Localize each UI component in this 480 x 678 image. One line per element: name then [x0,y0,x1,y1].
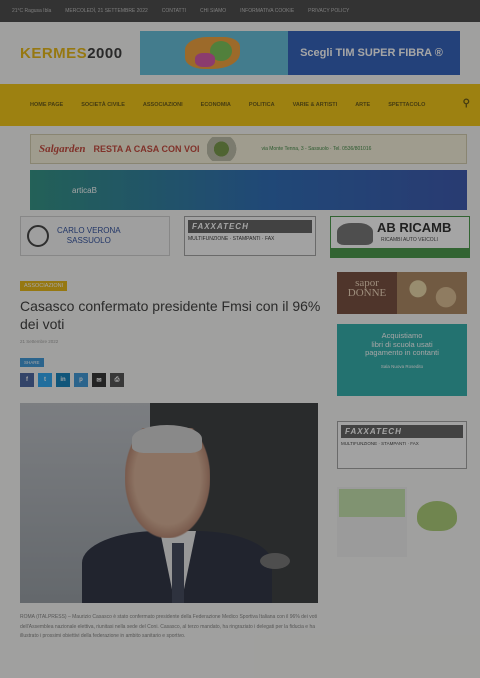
tim-ad-banner[interactable]: Scegli TIM SUPER FIBRA ® [140,31,460,75]
article-date: 21 Settembre 2022 [20,339,59,344]
tim-ad-image [140,31,289,75]
main-nav: HOME PAGE SOCIETÀ CIVILE ASSOCIAZIONI EC… [0,84,480,126]
plant-image [207,137,244,161]
topbar-link-cookie[interactable]: INFORMATIVA COOKIE [240,8,294,14]
nav-item-arte[interactable]: ARTE [355,102,370,108]
article-main: ASSOCIAZIONI Casasco confermato presiden… [20,274,322,642]
article-body: ROMA (ITALPRESS) – Maurizio Casasco è st… [20,614,317,639]
nav-item-spettacolo[interactable]: SPETTACOLO [388,102,425,108]
volvo-ad[interactable]: CARLO VERONA SASSUOLO [20,216,170,256]
sapor-ad[interactable]: sapor DONNE [337,272,467,314]
date-text: MERCOLEDÌ, 21 SETTEMBRE 2022 [65,8,148,14]
car-icon [337,223,373,245]
artica-text: articaB [72,185,97,195]
share-button[interactable]: ✉ [92,373,106,387]
salgarden-address: via Monte Tenna, 3 - Sassuolo · Tel. 053… [261,145,372,152]
salgarden-tagline: RESTA A CASA CON VOI [93,144,200,154]
share-button[interactable]: p [74,373,88,387]
topbar-link-contatti[interactable]: CONTATTI [162,8,186,14]
site-header: KERMES2000 Scegli TIM SUPER FIBRA ® [0,22,480,84]
ad-row-small: CARLO VERONA SASSUOLO FAXXATECH MULTIFUN… [20,216,480,258]
faxxatech-logo: FAXXATECH [188,220,312,233]
article-title: Casasco confermato presidente Fmsi con i… [20,298,321,332]
nav-item-economia[interactable]: ECONOMIA [201,102,231,108]
artica-ad[interactable]: articaB [30,170,467,210]
faxxatech-ad[interactable]: FAXXATECH MULTIFUNZIONE · STAMPANTI · FA… [184,216,316,256]
site-logo[interactable]: KERMES2000 [20,45,140,62]
share-label: SHARE [20,358,44,367]
food-image [397,272,467,314]
faxxatech-sidebar-ad[interactable]: FAXXATECH MULTIFUNZIONE · STAMPANTI · FA… [337,421,467,469]
top-bar: 21°C Ragusa Ibla MERCOLEDÌ, 21 SETTEMBRE… [0,0,480,22]
volvo-logo-icon [27,225,49,247]
microphone-icon [260,553,290,569]
ab-ricambi-ad[interactable]: AB RICAMB RICAMBI AUTO VEICOLI [330,216,470,258]
share-buttons: f t in p ✉ ⎙ [20,373,322,387]
salgarden-brand: Salgarden [39,143,86,155]
topbar-link-privacy[interactable]: PRIVACY POLICY [308,8,349,14]
category-badge[interactable]: ASSOCIAZIONI [20,281,68,291]
share-button[interactable]: ⎙ [110,373,124,387]
frog-ad[interactable] [337,487,467,557]
frog-icon [417,501,457,531]
sapor-text: sapor DONNE [337,272,397,314]
share-button[interactable]: t [38,373,52,387]
search-icon[interactable]: ⚲ [463,98,470,109]
nav-item-associazioni[interactable]: ASSOCIAZIONI [143,102,183,108]
nav-item-varie[interactable]: VARIE & ARTISTI [293,102,338,108]
article-photo [20,403,318,603]
share-button[interactable]: in [56,373,70,387]
sidebar: sapor DONNE Acquistiamo libri di scuola … [337,272,467,557]
weather-text: 21°C Ragusa Ibla [12,8,52,14]
nav-item-societa-civile[interactable]: SOCIETÀ CIVILE [81,102,125,108]
nav-item-home[interactable]: HOME PAGE [30,102,63,108]
nav-item-politica[interactable]: POLITICA [249,102,275,108]
tim-ad-text: Scegli TIM SUPER FIBRA ® [300,47,443,59]
libri-ad[interactable]: Acquistiamo libri di scuola usati pagame… [337,324,467,396]
share-button[interactable]: f [20,373,34,387]
faxxatech-logo: FAXXATECH [341,425,463,438]
topbar-link-chi-siamo[interactable]: CHI SIAMO [200,8,226,14]
salgarden-ad[interactable]: Salgarden RESTA A CASA CON VOI via Monte… [30,134,467,164]
